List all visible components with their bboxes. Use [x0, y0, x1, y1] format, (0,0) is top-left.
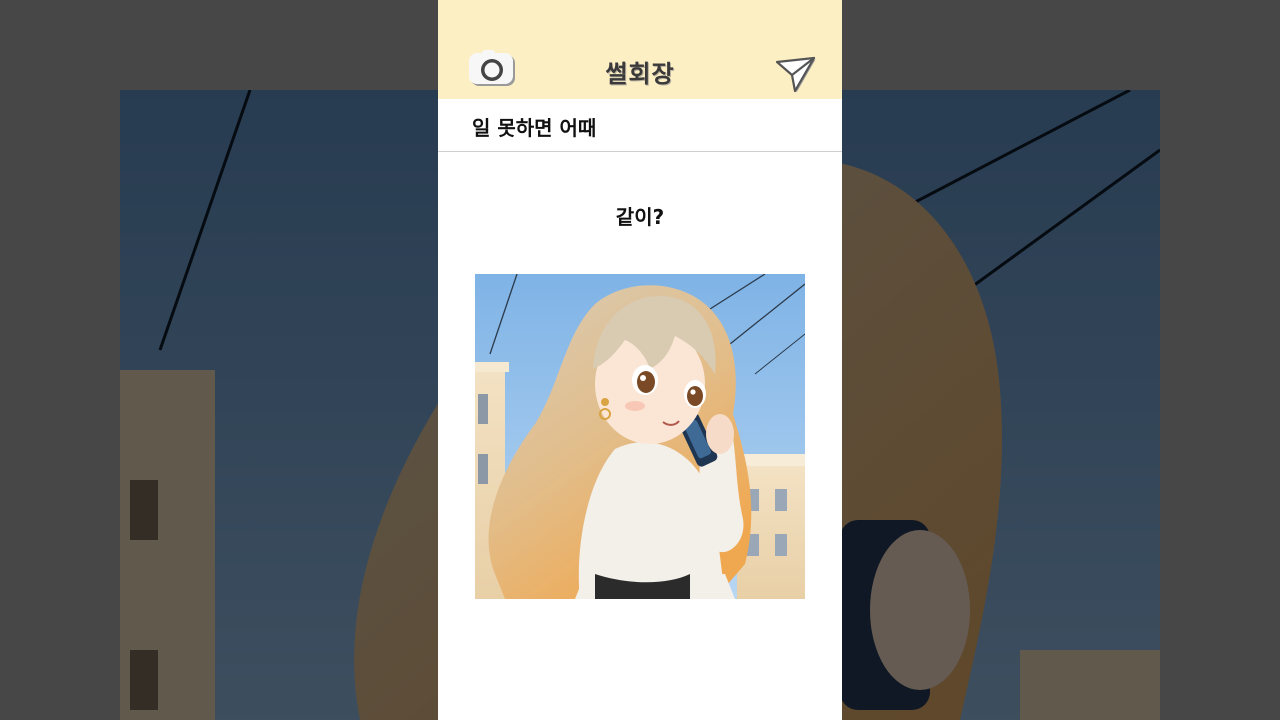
post-caption: 같이?	[615, 205, 665, 229]
post-image	[475, 274, 805, 599]
video-frame: 썰회장 일 못하면 어때 같이?	[0, 0, 1280, 720]
post-panel: 썰회장 일 못하면 어때 같이?	[438, 0, 842, 720]
send-button[interactable]	[774, 53, 816, 93]
post-title-bar: 일 못하면 어때	[438, 99, 842, 152]
paper-plane-send-icon	[775, 56, 816, 93]
app-header: 썰회장	[438, 0, 842, 99]
post-title: 일 못하면 어때	[472, 116, 597, 140]
anime-girl-illustration	[475, 274, 805, 599]
